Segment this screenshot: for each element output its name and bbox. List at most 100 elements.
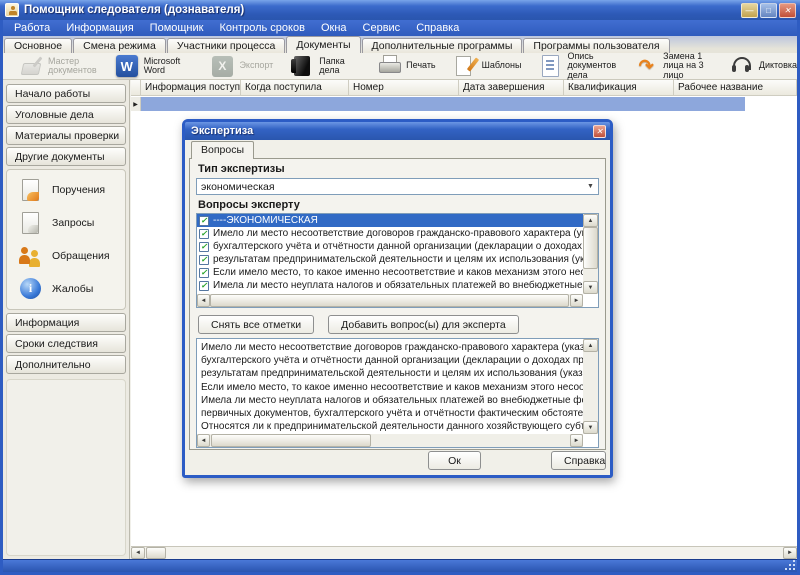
checkbox-icon[interactable]: ✓ (199, 215, 209, 226)
tab-voprosy[interactable]: Вопросы (191, 141, 255, 159)
checkbox-icon[interactable]: ✓ (199, 254, 209, 265)
scroll-left-icon[interactable]: ◄ (197, 434, 210, 447)
export-button[interactable]: X Экспорт (210, 54, 273, 78)
scroll-thumb[interactable] (211, 434, 371, 447)
scroll-up-icon[interactable]: ▲ (583, 339, 598, 352)
selected-row[interactable]: ▶ (131, 97, 797, 111)
checkbox-icon[interactable]: ✓ (199, 280, 209, 291)
row-selection[interactable] (141, 97, 745, 111)
questions-preview-textarea[interactable]: Имело ли место несоответствие договоров … (196, 338, 599, 448)
scroll-right-icon[interactable]: ► (783, 547, 797, 559)
menu-pomoschnik[interactable]: Помощник (142, 22, 212, 34)
expertise-type-select[interactable]: экономическая ▼ (196, 178, 599, 195)
replace-person-button[interactable]: ↷ Замена 1 лица на 3 лицо (634, 51, 713, 81)
scroll-down-icon[interactable]: ▼ (583, 281, 598, 294)
checkbox-icon[interactable]: ✓ (199, 241, 209, 252)
maximize-button[interactable]: □ (760, 2, 777, 18)
sidebar-item-zaprosy[interactable]: Запросы (7, 207, 125, 239)
clear-all-marks-button[interactable]: Снять все отметки (198, 315, 315, 334)
col-nomer[interactable]: Номер (349, 80, 459, 95)
sidebar-section-drugie-dokumenty[interactable]: Другие документы (6, 147, 126, 166)
scroll-thumb[interactable] (583, 227, 598, 269)
scroll-left-icon[interactable]: ◄ (197, 294, 210, 307)
scroll-up-icon[interactable]: ▲ (583, 214, 598, 227)
sidebar-empty-panel (6, 379, 126, 556)
sidebar-section-materialy-proverki[interactable]: Материалы проверки (6, 126, 126, 145)
add-questions-button[interactable]: Добавить вопрос(ы) для эксперта (328, 315, 519, 334)
resize-grip[interactable] (786, 561, 796, 571)
col-data-zaversheniya[interactable]: Дата завершения (459, 80, 564, 95)
tab-dokumenty[interactable]: Документы (286, 36, 361, 53)
scroll-right-icon[interactable]: ► (570, 294, 583, 307)
appeals-icon (19, 244, 43, 268)
col-kogda-postupila[interactable]: Когда поступила (241, 80, 349, 95)
dictation-icon (730, 54, 754, 78)
sidebar-section-ugolovnye-dela[interactable]: Уголовные дела (6, 105, 126, 124)
menu-servis[interactable]: Сервис (355, 22, 409, 34)
sidebar-section-informaciya[interactable]: Информация (6, 313, 126, 332)
grid-header: Информация поступила Когда поступила Ном… (131, 80, 797, 96)
microsoft-word-button[interactable]: W Microsoft Word (115, 54, 194, 78)
question-row[interactable]: ✓ Имела ли место неуплата налогов и обяз… (197, 279, 583, 292)
document-wizard-button[interactable]: Мастер документов (19, 54, 98, 78)
menu-okna[interactable]: Окна (313, 22, 355, 34)
tab-smena-rezhima[interactable]: Смена режима (73, 38, 166, 53)
checkbox-icon[interactable]: ✓ (199, 228, 209, 239)
grid-horizontal-scrollbar[interactable]: ◄ ► (131, 546, 797, 559)
preview-vertical-scrollbar[interactable]: ▲ ▼ (583, 339, 598, 434)
dictation-button[interactable]: Диктовка (730, 54, 797, 78)
col-informaciya-postupila[interactable]: Информация поступила (141, 80, 241, 95)
app-icon (5, 3, 19, 17)
tab-dopolnitelnye-programmy[interactable]: Дополнительные программы (361, 38, 523, 53)
tab-uchastniki-processa[interactable]: Участники процесса (166, 38, 286, 53)
sidebar-item-porucheniya[interactable]: Поручения (7, 174, 125, 206)
tab-osnovnoe[interactable]: Основное (4, 38, 73, 53)
col-kvalifikaciya[interactable]: Квалификация (564, 80, 674, 95)
templates-button[interactable]: Шаблоны (453, 54, 521, 78)
question-row[interactable]: ✓ результатам предпринимательской деятел… (197, 253, 583, 266)
sidebar-section-nachalo-raboty[interactable]: Начало работы (6, 84, 126, 103)
preview-horizontal-scrollbar[interactable]: ◄ ► (197, 434, 583, 447)
col-rabochee-nazvanie[interactable]: Рабочее название (674, 80, 797, 95)
case-folder-button[interactable]: Папка дела (290, 54, 360, 78)
help-button[interactable]: Справка (551, 451, 606, 470)
type-label: Тип экспертизы (198, 163, 285, 175)
scroll-down-icon[interactable]: ▼ (583, 421, 598, 434)
menu-informaciya[interactable]: Информация (58, 22, 141, 34)
preview-text: Имело ли место несоответствие договоров … (201, 342, 583, 433)
case-folder-icon (290, 54, 314, 78)
titlebar[interactable]: Помощник следователя (дознавателя) — □ ✕ (0, 0, 800, 20)
sidebar-item-obrascheniya[interactable]: Обращения (7, 240, 125, 272)
scroll-right-icon[interactable]: ► (570, 434, 583, 447)
scroll-left-icon[interactable]: ◄ (131, 547, 145, 559)
close-button[interactable]: ✕ (779, 2, 796, 18)
sidebar-item-zhaloby[interactable]: i Жалобы (7, 273, 125, 305)
print-button[interactable]: Печать (377, 54, 436, 78)
dialog-titlebar[interactable]: Экспертиза ✕ (185, 122, 610, 140)
listbox-horizontal-scrollbar[interactable]: ◄ ► (197, 294, 583, 307)
menu-spravka[interactable]: Справка (408, 22, 467, 34)
menu-rabota[interactable]: Работа (6, 22, 58, 34)
chevron-down-icon[interactable]: ▼ (583, 183, 598, 190)
listbox-vertical-scrollbar[interactable]: ▲ ▼ (583, 214, 598, 294)
sidebar-section-dopolnitelno[interactable]: Дополнительно (6, 355, 126, 374)
case-inventory-button[interactable]: Опись документов дела (538, 51, 617, 81)
scroll-thumb[interactable] (146, 547, 166, 559)
statusbar (3, 559, 797, 572)
minimize-button[interactable]: — (741, 2, 758, 18)
ok-button[interactable]: Ок (428, 451, 481, 470)
complaints-icon: i (19, 277, 43, 301)
scroll-thumb[interactable] (210, 294, 569, 307)
tab-programmy-polzovatelya[interactable]: Программы пользователя (523, 38, 670, 53)
dialog-close-button[interactable]: ✕ (593, 124, 606, 138)
menu-kontrol-srokov[interactable]: Контроль сроков (211, 22, 312, 34)
question-row[interactable]: ✓ бухгалтерского учёта и отчётности данн… (197, 240, 583, 253)
close-icon: ✕ (784, 5, 791, 15)
sidebar-section-sroki-sledstviya[interactable]: Сроки следствия (6, 334, 126, 353)
requests-icon (19, 211, 43, 235)
word-icon: W (115, 54, 139, 78)
checkbox-icon[interactable]: ✓ (199, 267, 209, 278)
question-row[interactable]: ✓ Если имело место, то какое именно несо… (197, 266, 583, 279)
question-row[interactable]: ✓ ----ЭКОНОМИЧЕСКАЯ (197, 214, 583, 227)
question-row[interactable]: ✓ Имело ли место несоответствие договоро… (197, 227, 583, 240)
